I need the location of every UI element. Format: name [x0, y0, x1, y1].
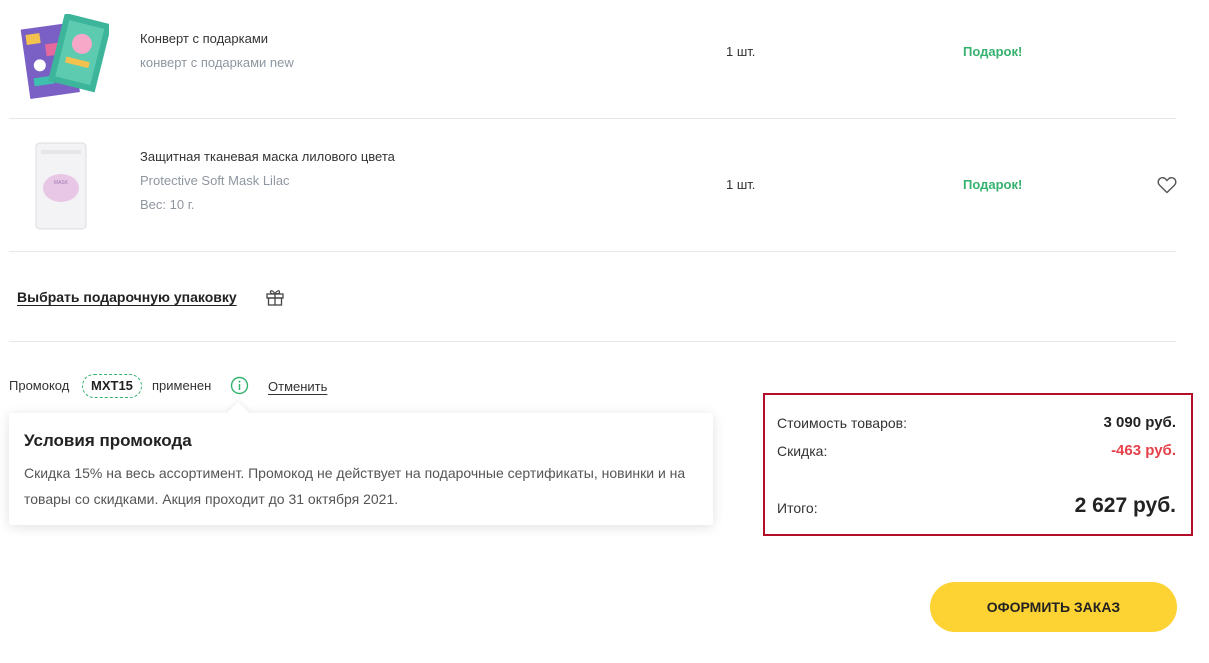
item-price-gift: Подарок!	[963, 44, 1023, 59]
item-quantity: 1 шт.	[726, 177, 756, 192]
discount-label: Скидка:	[777, 443, 828, 459]
place-order-button[interactable]: ОФОРМИТЬ ЗАКАЗ	[930, 582, 1177, 632]
popover-text: Скидка 15% на весь ассортимент. Промокод…	[24, 465, 686, 507]
popover-arrow	[226, 401, 250, 425]
total-value: 2 627 руб.	[1074, 494, 1176, 517]
info-icon[interactable]	[230, 376, 249, 395]
item-subtitle: конверт с подарками new	[140, 55, 294, 70]
goods-cost-value: 3 090 руб.	[1103, 414, 1176, 431]
order-summary: Стоимость товаров: 3 090 руб. Скидка: -4…	[763, 393, 1193, 536]
discount-value: -463 руб.	[1111, 442, 1176, 459]
mask-package-image[interactable]: MASK	[35, 142, 87, 230]
cancel-promo-link[interactable]: Отменить	[268, 379, 327, 394]
total-label: Итого:	[777, 500, 818, 516]
promo-conditions-popover: Условия промокода Скидка 15% на весь асс…	[9, 401, 713, 525]
gift-box-icon[interactable]	[265, 288, 285, 306]
cart-item-row: MASK Защитная тканевая маска лилового цв…	[9, 119, 1177, 252]
item-weight: Вес: 10 г.	[140, 197, 195, 212]
promo-label: Промокод	[9, 378, 70, 393]
item-subtitle: Protective Soft Mask Lilac	[140, 173, 290, 188]
item-quantity: 1 шт.	[726, 44, 756, 59]
item-name[interactable]: Конверт с подарками	[140, 31, 268, 46]
choose-gift-wrap-link[interactable]: Выбрать подарочную упаковку	[17, 289, 237, 305]
mask-package-text: MASK	[54, 180, 69, 186]
promo-code-badge: MXT15	[82, 374, 142, 398]
promo-status: применен	[152, 378, 212, 393]
popover-title: Условия промокода	[24, 431, 192, 450]
item-name[interactable]: Защитная тканевая маска лилового цвета	[140, 149, 395, 164]
item-price-gift: Подарок!	[963, 177, 1023, 192]
gift-envelope-image[interactable]	[19, 12, 112, 100]
goods-cost-label: Стоимость товаров:	[777, 415, 907, 431]
gift-wrap-section: Выбрать подарочную упаковку	[9, 252, 1176, 342]
heart-icon[interactable]	[1157, 176, 1177, 194]
cart-item-row: Конверт с подарками конверт с подарками …	[9, 0, 1176, 119]
